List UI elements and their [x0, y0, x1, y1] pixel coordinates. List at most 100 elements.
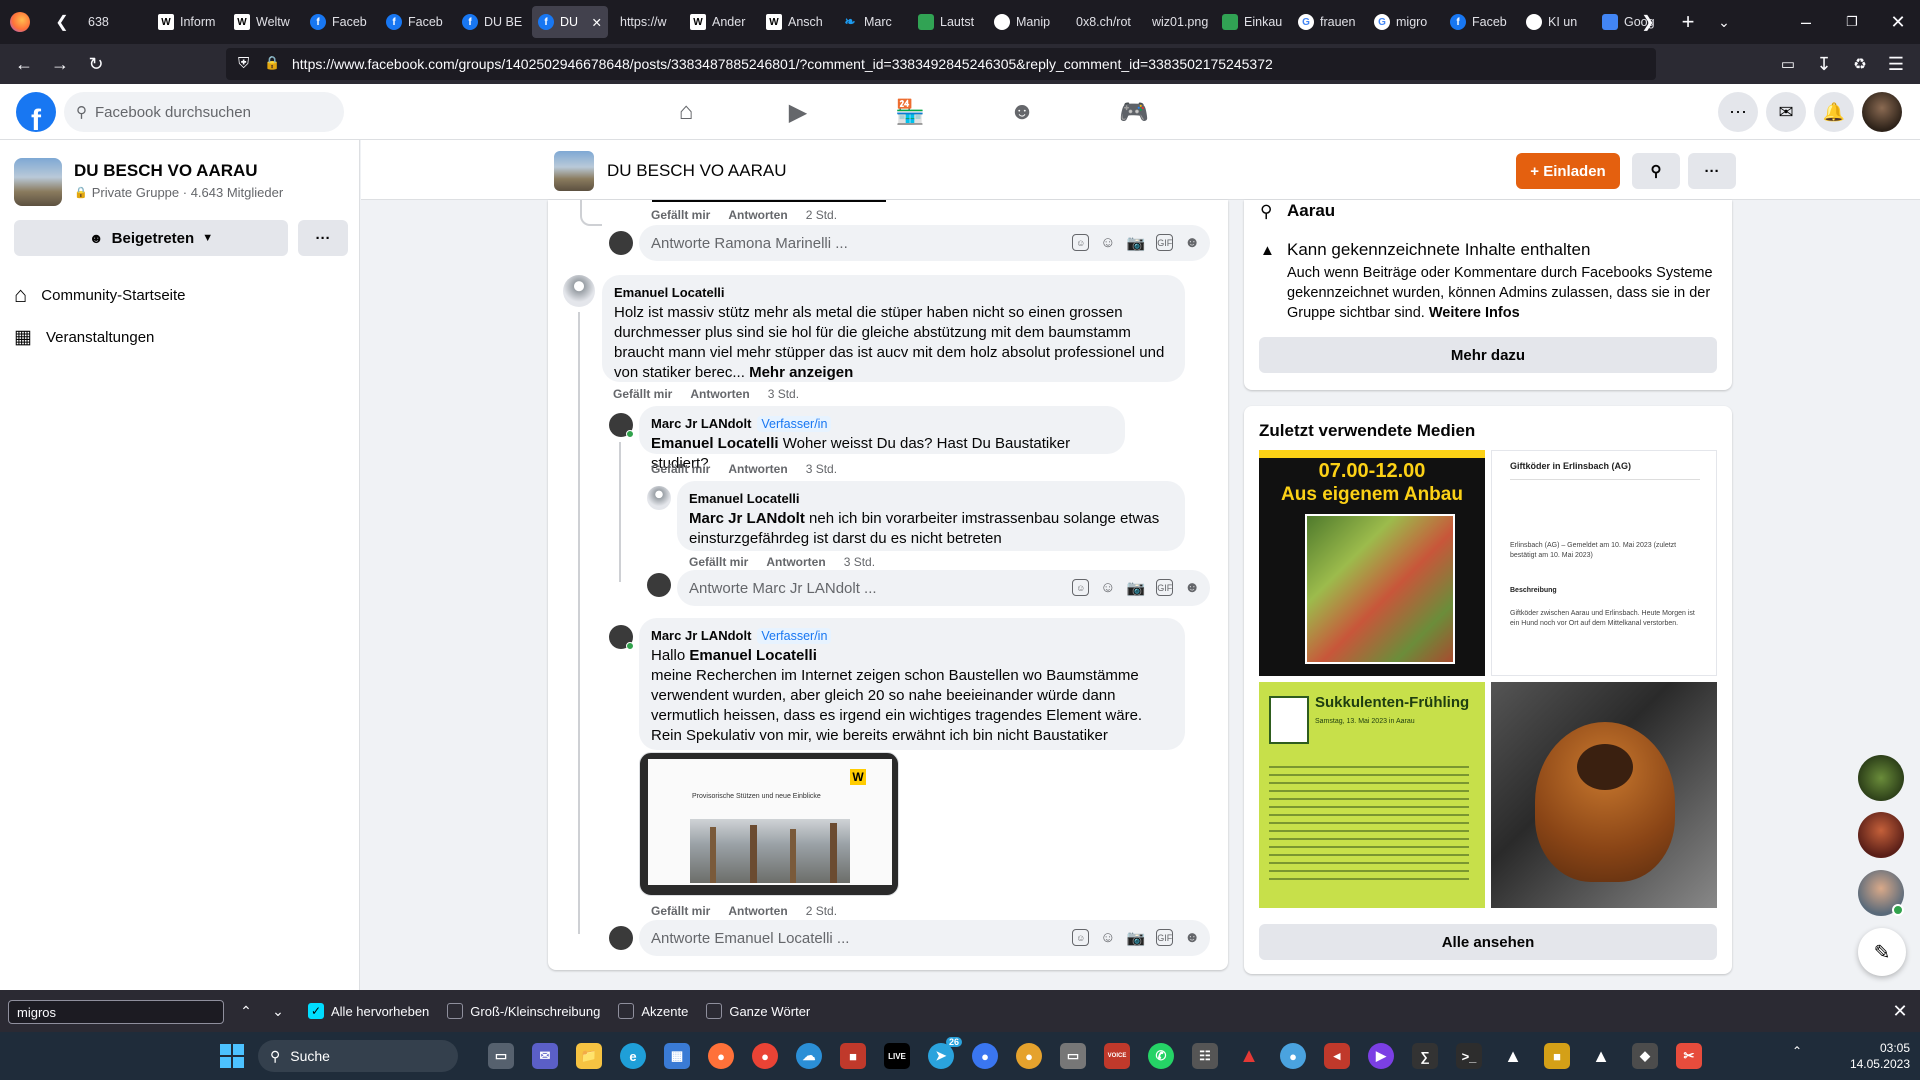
- browser-tab[interactable]: Gmigro: [1368, 6, 1444, 38]
- subheader-group-name[interactable]: DU BESCH VO AARAU: [607, 161, 787, 181]
- invite-button[interactable]: + Einladen: [1516, 153, 1620, 189]
- emoji-icon[interactable]: ☺: [1100, 929, 1115, 947]
- contact-avatar-2[interactable]: [1858, 812, 1904, 858]
- app-icon[interactable]: ∑: [1412, 1043, 1438, 1069]
- notifications-icon[interactable]: 🔔: [1814, 92, 1854, 132]
- subheader-group-thumbnail[interactable]: [554, 151, 594, 191]
- find-input[interactable]: [8, 1000, 224, 1024]
- back-icon[interactable]: ←: [8, 48, 40, 80]
- reply-link[interactable]: Antworten: [690, 387, 749, 401]
- app-icon[interactable]: ◆: [1632, 1043, 1658, 1069]
- camera-icon[interactable]: 📷: [1127, 234, 1146, 252]
- app-icon[interactable]: ▭: [1060, 1043, 1086, 1069]
- browser-tab[interactable]: Gfrauen: [1292, 6, 1368, 38]
- reply-input[interactable]: Antworte Emanuel Locatelli ... ☺ ☺ 📷 GIF…: [639, 920, 1210, 956]
- browser-tab[interactable]: W Ansch: [760, 6, 836, 38]
- contact-avatar-1[interactable]: [1858, 755, 1904, 801]
- sidebar-item-events[interactable]: ▦ Veranstaltungen: [14, 326, 154, 349]
- learn-more-button[interactable]: Mehr dazu: [1259, 337, 1717, 373]
- mention[interactable]: Emanuel Locatelli: [651, 435, 779, 452]
- telegram-icon[interactable]: ➤ 26: [928, 1037, 962, 1069]
- snipping-tool-icon[interactable]: ✂: [1676, 1043, 1702, 1069]
- media-tile-poison-alert[interactable]: Giftköder in Erlinsbach (AG) Erlinsbach …: [1491, 450, 1717, 676]
- close-tab-icon[interactable]: ✕: [592, 15, 602, 30]
- browser-tab[interactable]: KI un: [1520, 6, 1596, 38]
- sticker-icon[interactable]: ☻: [1184, 579, 1200, 597]
- comment-author[interactable]: Emanuel Locatelli: [614, 283, 1173, 303]
- media-tile-dog-photo[interactable]: [1491, 682, 1717, 908]
- browser-tab[interactable]: Manip: [988, 6, 1064, 38]
- tracking-shield-icon[interactable]: ⛨: [238, 55, 249, 72]
- clock[interactable]: 03:05 14.05.2023: [1820, 1040, 1910, 1072]
- avatar-sticker-icon[interactable]: ☺: [1072, 579, 1090, 596]
- teams-chat-icon[interactable]: ✉: [532, 1043, 558, 1069]
- watch-nav-icon[interactable]: ▶: [742, 84, 854, 140]
- task-view-icon[interactable]: ▭: [488, 1043, 514, 1069]
- app-menu-icon[interactable]: ☰: [1880, 48, 1912, 80]
- comment-author[interactable]: Emanuel Locatelli: [689, 489, 1173, 509]
- linux-icon[interactable]: ▲: [1588, 1043, 1614, 1069]
- whatsapp-icon[interactable]: ✆: [1148, 1043, 1174, 1069]
- taskbar-search[interactable]: ⚲ Suche: [258, 1040, 458, 1072]
- chrome-icon[interactable]: ●: [752, 1043, 778, 1069]
- profile-avatar[interactable]: [1862, 92, 1902, 132]
- system-tray-overflow-icon[interactable]: ⌃: [1792, 1044, 1802, 1058]
- close-find-bar-icon[interactable]: ✕: [1884, 995, 1916, 1027]
- gif-icon[interactable]: GIF: [1156, 929, 1174, 946]
- scroll-tabs-left-icon[interactable]: ❮: [46, 6, 78, 38]
- scroll-tabs-right-icon[interactable]: ❯: [1632, 6, 1664, 38]
- browser-tab[interactable]: https://w: [608, 6, 684, 38]
- like-link[interactable]: Gefällt mir: [651, 208, 710, 222]
- like-link[interactable]: Gefällt mir: [689, 555, 748, 569]
- see-all-media-button[interactable]: Alle ansehen: [1259, 924, 1717, 960]
- url-bar[interactable]: ⛨ 🔒 https://www.facebook.com/groups/1402…: [226, 48, 1656, 80]
- terminal-icon[interactable]: >_: [1456, 1043, 1482, 1069]
- downloads-icon[interactable]: ↧: [1808, 48, 1840, 80]
- windows-start-icon[interactable]: [220, 1044, 244, 1068]
- groups-nav-icon[interactable]: ☻: [966, 84, 1078, 140]
- browser-tab[interactable]: W Inform: [152, 6, 228, 38]
- menu-grid-icon[interactable]: ⋯: [1718, 92, 1758, 132]
- browser-tab[interactable]: 0x8.ch/rot: [1064, 6, 1140, 38]
- group-search-button[interactable]: ⚲: [1632, 153, 1680, 189]
- sticker-icon[interactable]: ☻: [1184, 929, 1200, 947]
- red-triangle-icon[interactable]: ▲: [1236, 1043, 1262, 1069]
- browser-tab[interactable]: wiz01.png: [1140, 6, 1216, 38]
- like-link[interactable]: Gefällt mir: [651, 904, 710, 918]
- restore-icon[interactable]: ❐: [1836, 6, 1868, 38]
- reply-link[interactable]: Antworten: [728, 208, 787, 222]
- browser-tab[interactable]: W Weltw: [228, 6, 304, 38]
- browser-tab[interactable]: Lautst: [912, 6, 988, 38]
- find-option-checkbox[interactable]: ✓ Alle hervorheben: [308, 1003, 429, 1019]
- firefox-icon[interactable]: [10, 12, 30, 32]
- url-text[interactable]: https://www.facebook.com/groups/14025029…: [292, 56, 1273, 72]
- find-option-checkbox[interactable]: Groß-/Kleinschreibung: [447, 1003, 600, 1019]
- like-link[interactable]: Gefällt mir: [651, 462, 710, 476]
- firefox-taskbar-icon[interactable]: ●: [708, 1043, 734, 1069]
- gif-icon[interactable]: GIF: [1156, 579, 1174, 596]
- avatar[interactable]: [563, 275, 595, 307]
- subheader-more-button[interactable]: ···: [1688, 153, 1736, 189]
- checkbox-icon[interactable]: ✓: [308, 1003, 324, 1019]
- checkbox-icon[interactable]: [618, 1003, 635, 1019]
- browser-tab[interactable]: W Ander: [684, 6, 760, 38]
- find-option-checkbox[interactable]: Ganze Wörter: [706, 1003, 810, 1019]
- browser-tab[interactable]: f Faceb: [304, 6, 380, 38]
- home-nav-icon[interactable]: ⌂: [630, 84, 742, 140]
- forward-icon[interactable]: →: [44, 48, 76, 80]
- browser-tab[interactable]: f DU BE: [456, 6, 532, 38]
- avatar-sticker-icon[interactable]: ☺: [1072, 929, 1090, 946]
- facebook-logo[interactable]: f: [16, 92, 56, 132]
- reply-link[interactable]: Antworten: [728, 462, 787, 476]
- browser-tab[interactable]: 638: [76, 6, 152, 38]
- new-tab-icon[interactable]: +: [1672, 6, 1704, 38]
- close-window-icon[interactable]: ✕: [1882, 6, 1914, 38]
- checkbox-icon[interactable]: [706, 1003, 723, 1019]
- app-icon[interactable]: ●: [1280, 1043, 1306, 1069]
- gaming-nav-icon[interactable]: 🎮: [1078, 84, 1190, 140]
- mention[interactable]: Marc Jr LANdolt: [689, 510, 805, 527]
- group-thumbnail[interactable]: [14, 158, 62, 206]
- linux-icon[interactable]: ▲: [1500, 1043, 1526, 1069]
- reply-input[interactable]: Antworte Ramona Marinelli ... ☺ ☺ 📷 GIF …: [639, 225, 1210, 261]
- cloud-app-icon[interactable]: ☁: [796, 1043, 822, 1069]
